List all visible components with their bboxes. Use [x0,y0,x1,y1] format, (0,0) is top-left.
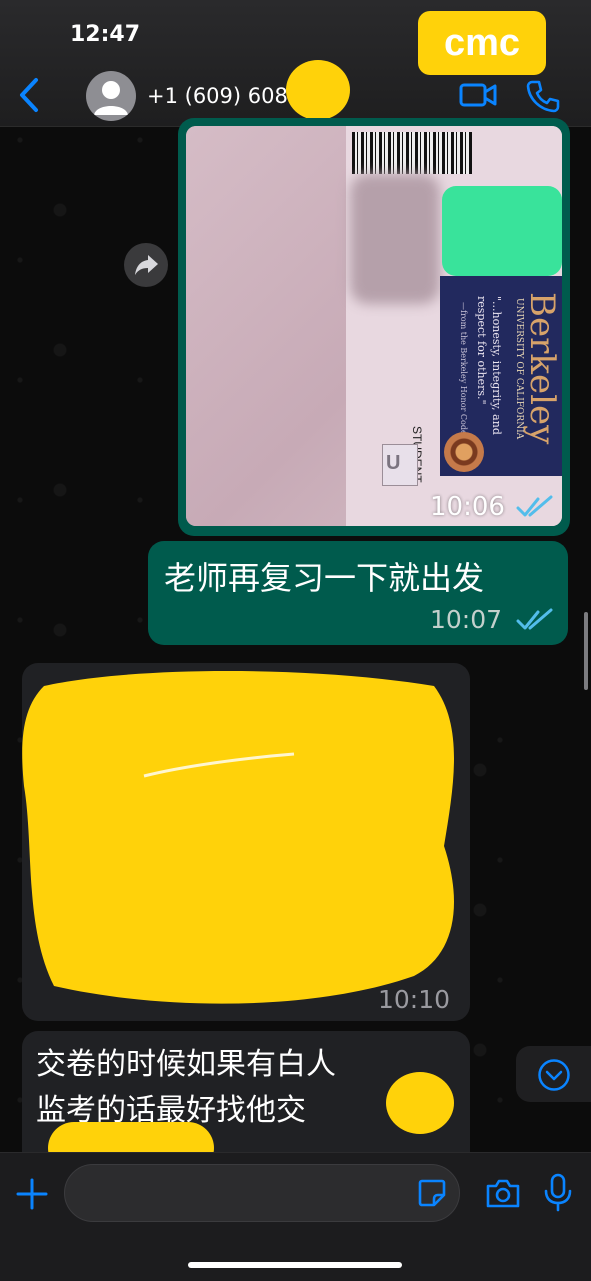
video-camera-icon [459,83,497,107]
contact-avatar[interactable] [86,71,136,121]
message-text-line-1: 交卷的时候如果有白人 [36,1047,336,1082]
status-bar-time: 12:47 [70,22,141,47]
sticker-icon [418,1179,446,1207]
card-university: UNIVERSITY OF CALIFORNIA [514,298,524,440]
sticker-button[interactable] [416,1177,448,1209]
microphone-icon [544,1173,572,1212]
redaction-scribble [22,671,455,1004]
chevron-left-icon [20,78,38,112]
chevron-down-circle-icon [538,1059,570,1091]
camera-button[interactable] [484,1176,522,1210]
barcode [352,132,472,174]
video-call-button[interactable] [458,81,498,109]
back-button[interactable] [14,76,46,114]
text-message-outgoing[interactable]: 老师再复习一下就出发 10:07 [148,541,568,645]
scroll-to-bottom-button[interactable] [516,1046,591,1102]
blurred-photo [350,174,440,304]
card-letter: U [386,452,401,474]
plus-icon [16,1178,48,1210]
forward-button[interactable] [124,243,168,287]
university-seal [444,432,484,472]
watermark-label: cmc [418,11,546,75]
scrollbar[interactable] [584,612,588,690]
message-text: 老师再复习一下就出发 [164,559,485,597]
card-quote: "...honesty, integrity, and respect for … [475,296,503,435]
image-message[interactable]: Berkeley UNIVERSITY OF CALIFORNIA "...ho… [178,118,570,536]
photo-student-id-card[interactable]: Berkeley UNIVERSITY OF CALIFORNIA "...ho… [186,126,562,526]
redaction-mark [286,60,350,120]
person-icon [94,81,128,115]
read-receipt-icon [516,495,553,517]
message-time: 10:06 [430,492,505,522]
microphone-button[interactable] [542,1172,574,1212]
message-input[interactable] [64,1164,460,1222]
voice-call-button[interactable] [526,79,560,113]
phone-icon [526,80,560,113]
forward-arrow-icon [135,255,158,275]
card-school-name: Berkeley [522,292,562,445]
home-indicator[interactable] [188,1262,402,1268]
card-quote-source: —from the Berkeley Honor Code [459,302,468,435]
contact-name[interactable]: +1 (609) 608 [147,84,288,108]
message-time: 10:07 [430,605,503,634]
attach-button[interactable] [14,1176,50,1212]
redaction-mark [442,186,562,276]
redaction-mark [386,1072,454,1134]
read-receipt-icon [516,608,553,630]
camera-icon [486,1179,520,1208]
